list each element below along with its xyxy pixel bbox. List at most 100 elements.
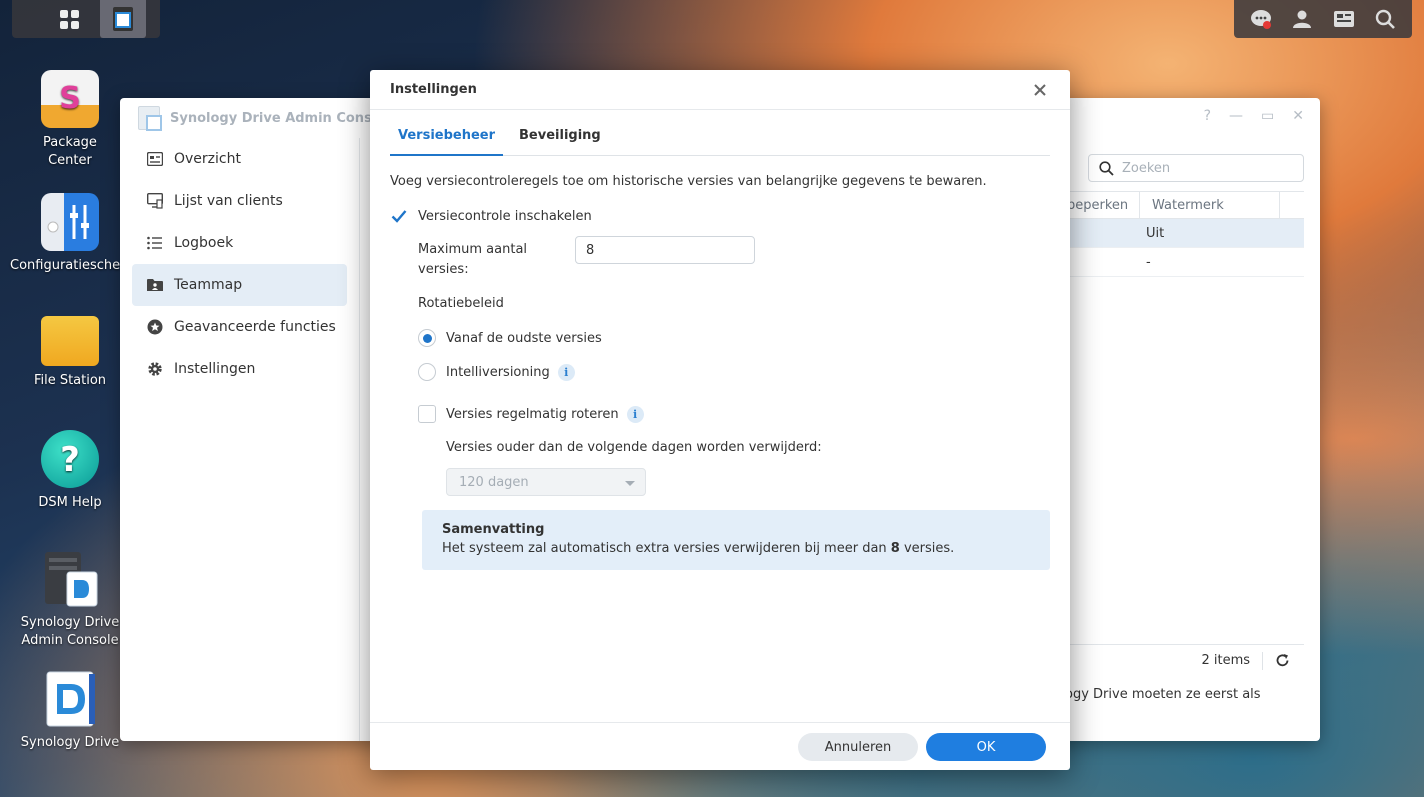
description-text: Voeg versiecontroleregels toe om histori… bbox=[390, 174, 987, 189]
synology-drive-admin-icon bbox=[41, 550, 99, 608]
synology-drive-admin-icon bbox=[113, 7, 133, 31]
desktop-icon-label: Package bbox=[43, 135, 97, 150]
table-row[interactable]: Uit bbox=[1065, 219, 1304, 248]
sidebar-item-clients[interactable]: Lijst van clients bbox=[132, 180, 347, 222]
column-header-beperken[interactable]: beperken bbox=[1065, 192, 1140, 218]
tab-beveiliging[interactable]: Beveiliging bbox=[511, 126, 609, 156]
search-input[interactable] bbox=[1122, 160, 1292, 176]
summary-value: 8 bbox=[890, 541, 900, 556]
synology-drive-admin-icon bbox=[138, 106, 162, 131]
close-icon bbox=[1034, 84, 1046, 96]
sidebar-item-label: Lijst van clients bbox=[174, 193, 283, 209]
desktop-synology-drive[interactable]: Synology Drive bbox=[10, 670, 130, 752]
rotate-periodically-checkbox[interactable] bbox=[418, 405, 436, 423]
radio-oldest-versions[interactable] bbox=[418, 329, 436, 347]
overview-icon bbox=[146, 150, 164, 168]
desktop-icon-label: Center bbox=[48, 153, 92, 168]
desktop-package-center[interactable]: S Package Center bbox=[10, 70, 130, 170]
summary-text-before: Het systeem zal automatisch extra versie… bbox=[442, 541, 891, 556]
dialog-title: Instellingen bbox=[390, 82, 477, 97]
taskbar-drive-admin-button[interactable] bbox=[100, 0, 146, 38]
enable-versioning-checkbox[interactable] bbox=[390, 207, 408, 225]
chevron-down-icon bbox=[625, 481, 635, 486]
days-select: 120 dagen bbox=[446, 468, 646, 496]
tab-versiebeheer[interactable]: Versiebeheer bbox=[390, 126, 504, 156]
bottom-note: ogy Drive moeten ze eerst als bbox=[1065, 687, 1261, 702]
close-icon[interactable]: ✕ bbox=[1292, 108, 1304, 124]
dialog-footer: Annuleren OK bbox=[370, 722, 1070, 770]
ok-button[interactable]: OK bbox=[926, 733, 1046, 761]
summary-box: Samenvatting Het systeem zal automatisch… bbox=[422, 510, 1050, 570]
sidebar-item-logboek[interactable]: Logboek bbox=[132, 222, 347, 264]
info-icon[interactable]: i bbox=[557, 363, 575, 381]
summary-title: Samenvatting bbox=[442, 522, 545, 537]
table-row[interactable]: - bbox=[1065, 248, 1304, 277]
sidebar-item-overzicht[interactable]: Overzicht bbox=[132, 138, 347, 180]
taskbar-right bbox=[1234, 0, 1412, 38]
help-icon[interactable]: ? bbox=[1204, 108, 1211, 124]
rotation-policy-label: Rotatiebeleid bbox=[418, 296, 504, 311]
taskbar-left bbox=[12, 0, 160, 38]
radio-intelliversioning[interactable] bbox=[418, 363, 436, 381]
help-icon: ? bbox=[41, 430, 99, 488]
log-icon bbox=[146, 234, 164, 252]
watermark-cell: - bbox=[1146, 254, 1151, 270]
desktop-icon-label: DSM Help bbox=[38, 495, 102, 510]
desktop-dsm-help[interactable]: ? DSM Help bbox=[10, 430, 130, 512]
summary-text-after: versies. bbox=[899, 541, 955, 556]
info-icon[interactable]: i bbox=[626, 405, 644, 423]
search-icon[interactable] bbox=[1373, 7, 1397, 31]
sidebar-item-label: Teammap bbox=[174, 277, 243, 293]
main-menu-icon bbox=[59, 9, 79, 29]
sidebar-item-teammap[interactable]: Teammap bbox=[132, 264, 347, 306]
minimize-icon[interactable]: — bbox=[1229, 108, 1243, 124]
desktop-icon-label: Synology Drive bbox=[20, 735, 120, 750]
user-icon[interactable] bbox=[1290, 7, 1314, 31]
desktop-configuratiescherm[interactable]: Configuratiescherm bbox=[10, 193, 138, 275]
sidebar-item-label: Geavanceerde functies bbox=[174, 319, 336, 335]
notifications-icon[interactable] bbox=[1249, 7, 1273, 31]
desktop-icon-label: Configuratiescherm bbox=[10, 258, 138, 273]
search-field[interactable] bbox=[1088, 154, 1304, 182]
widgets-icon[interactable] bbox=[1332, 7, 1356, 31]
rotation-option-intelliversioning: Intelliversioning i bbox=[418, 363, 575, 381]
rotate-periodically-label: Versies regelmatig roteren bbox=[446, 406, 619, 422]
sidebar-item-instellingen[interactable]: Instellingen bbox=[132, 348, 347, 390]
desktop-file-station[interactable]: File Station bbox=[10, 312, 130, 390]
close-button[interactable] bbox=[1030, 80, 1050, 100]
settings-icon bbox=[146, 360, 164, 378]
folder-icon bbox=[41, 316, 99, 366]
watermark-cell: Uit bbox=[1146, 225, 1165, 241]
desktop-synology-drive-admin-console[interactable]: Synology Drive Admin Console bbox=[10, 550, 130, 650]
column-header-watermerk[interactable]: Watermerk bbox=[1140, 192, 1280, 218]
settings-dialog: Instellingen Versiebeheer Beveiliging Vo… bbox=[370, 70, 1070, 770]
sidebar-item-label: Instellingen bbox=[174, 361, 256, 377]
advanced-icon bbox=[146, 318, 164, 336]
rotation-option-oldest: Vanaf de oudste versies bbox=[418, 329, 602, 347]
summary-text: Het systeem zal automatisch extra versie… bbox=[442, 541, 1030, 556]
maximize-icon[interactable]: ▭ bbox=[1261, 108, 1274, 124]
divider bbox=[1262, 651, 1263, 670]
max-versions-label: Maximum aantal versies: bbox=[418, 242, 528, 277]
svg-text:S: S bbox=[59, 81, 81, 116]
sidebar: Overzicht Lijst van clients Logboek Team… bbox=[120, 138, 360, 741]
desktop-icon-label: File Station bbox=[33, 373, 107, 388]
enable-versioning-label: Versiecontrole inschakelen bbox=[418, 208, 592, 224]
dialog-tabs: Versiebeheer Beveiliging bbox=[390, 126, 1050, 156]
window-title: Synology Drive Admin Console bbox=[170, 110, 395, 126]
team-folder-icon bbox=[146, 276, 164, 294]
svg-text:?: ? bbox=[60, 440, 80, 480]
enable-versioning-row: Versiecontrole inschakelen bbox=[390, 207, 592, 225]
package-center-icon: S bbox=[41, 70, 99, 128]
cancel-button[interactable]: Annuleren bbox=[798, 733, 918, 761]
items-count: 2 items bbox=[1201, 653, 1250, 668]
desktop-icon-label: Admin Console bbox=[21, 633, 119, 648]
max-versions-input[interactable] bbox=[575, 236, 755, 264]
table-header: beperken Watermerk bbox=[1065, 191, 1304, 219]
refresh-icon[interactable] bbox=[1275, 653, 1290, 668]
desktop-icon-label: Synology Drive bbox=[20, 615, 120, 630]
main-menu-button[interactable] bbox=[46, 0, 92, 38]
sidebar-item-label: Logboek bbox=[174, 235, 234, 251]
sidebar-item-geavanceerde-functies[interactable]: Geavanceerde functies bbox=[132, 306, 347, 348]
dialog-header[interactable]: Instellingen bbox=[370, 70, 1070, 110]
